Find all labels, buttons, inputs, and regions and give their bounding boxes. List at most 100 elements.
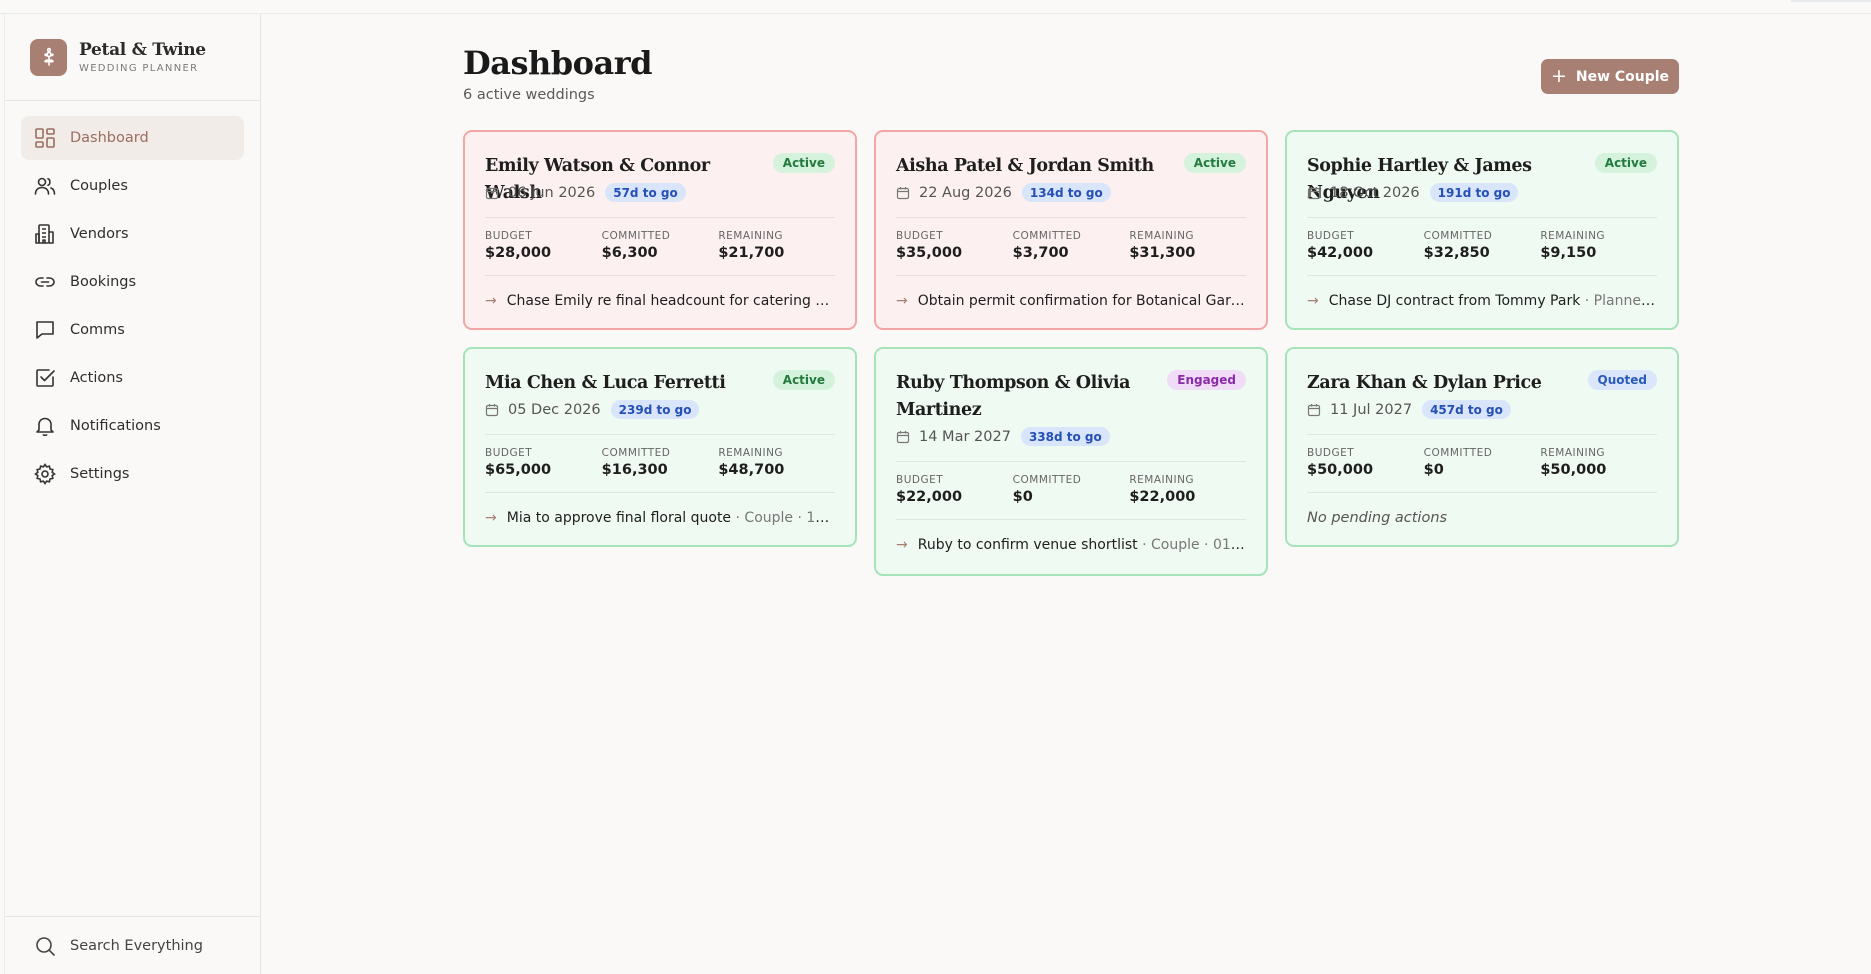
budget-summary: BUDGET $35,000 COMMITTED $3,700 REMAINING $31… [896, 230, 1246, 261]
couple-card[interactable]: Aisha Patel & Jordan Smith Active 22 Aug 2… [874, 130, 1268, 330]
sidebar-item-couples[interactable]: Couples [21, 164, 244, 208]
committed-value: $6,300 [601, 245, 658, 261]
next-action[interactable]: → Ruby to confirm venue shortlist · Coupl… [896, 537, 1246, 553]
wedding-date: 18 Oct 2026 [1330, 184, 1420, 201]
brand-name: Petal & Twine [79, 40, 206, 60]
budget-summary: BUDGET $65,000 COMMITTED $16,300 REMAINING $4… [485, 447, 835, 478]
sidebar-item-label: Notifications [70, 418, 161, 434]
sidebar-item-dashboard[interactable]: Dashboard [21, 116, 244, 160]
sidebar-item-settings[interactable]: Settings [21, 452, 244, 496]
action-text: Chase DJ contract from Tommy Park [1328, 293, 1581, 309]
budget-stat: BUDGET $28,000 [485, 230, 602, 261]
remaining-value: $48,700 [718, 462, 785, 478]
gear-icon [33, 462, 57, 486]
budget-stat: BUDGET $35,000 [896, 230, 1013, 261]
building-icon [33, 222, 57, 246]
top-bar [0, 0, 1871, 14]
couple-card[interactable]: Emily Watson & Connor Walsh Active 06 Jun … [463, 130, 857, 330]
sidebar-item-actions[interactable]: Actions [21, 356, 244, 400]
couple-name: Ruby Thompson & Olivia Martinez [896, 373, 1131, 420]
couple-name: Zara Khan & Dylan Price [1307, 373, 1542, 393]
wedding-date-row: 14 Mar 2027 338d to go [896, 427, 1110, 446]
sidebar-item-notifications[interactable]: Notifications [21, 404, 244, 448]
budget-value: $28,000 [485, 245, 552, 261]
countdown-badge: 239d to go [610, 400, 700, 419]
committed-stat: COMMITTED $16,300 [602, 447, 719, 478]
budget-label: BUDGET [1307, 230, 1355, 242]
sidebar-item-comms[interactable]: Comms [21, 308, 244, 352]
sidebar-item-vendors[interactable]: Vendors [21, 212, 244, 256]
checkbox-icon [33, 366, 57, 390]
top-bar-scroll [1791, 0, 1871, 2]
committed-label: COMMITTED [1423, 230, 1493, 242]
countdown-badge: 134d to go [1021, 183, 1111, 202]
sidebar: Petal & Twine WEDDING PLANNER Dashboard … [4, 14, 261, 974]
sidebar-item-label: Couples [70, 178, 128, 194]
action-meta: · Couple · 18 Apr [735, 510, 836, 526]
budget-stat: BUDGET $22,000 [896, 474, 1013, 505]
new-couple-label: New Couple [1575, 68, 1670, 85]
remaining-value: $9,150 [1540, 245, 1597, 261]
committed-label: COMMITTED [601, 447, 671, 459]
calendar-icon [1307, 403, 1321, 417]
remaining-value: $21,700 [718, 245, 785, 261]
status-badge: Active [772, 153, 835, 173]
budget-summary: BUDGET $50,000 COMMITTED $0 REMAINING $50,000 [1307, 447, 1657, 478]
remaining-label: REMAINING [1540, 447, 1606, 459]
divider [1307, 434, 1657, 435]
sidebar-nav: Dashboard Couples Vendors Bookings Comms [5, 101, 260, 496]
couple-name: Mia Chen & Luca Ferretti [485, 373, 726, 393]
remaining-stat: REMAINING $21,700 [718, 230, 835, 261]
committed-stat: COMMITTED $3,700 [1013, 230, 1130, 261]
budget-label: BUDGET [1307, 447, 1355, 459]
brand[interactable]: Petal & Twine WEDDING PLANNER [5, 14, 260, 101]
committed-label: COMMITTED [1423, 447, 1493, 459]
remaining-label: REMAINING [1129, 230, 1195, 242]
wedding-date-row: 06 Jun 2026 57d to go [485, 183, 686, 202]
budget-stat: BUDGET $65,000 [485, 447, 602, 478]
divider [896, 519, 1246, 520]
next-action[interactable]: → Mia to approve final floral quote · Cou… [485, 510, 835, 526]
remaining-stat: REMAINING $22,000 [1129, 474, 1246, 505]
page-title: Dashboard [463, 44, 652, 82]
budget-summary: BUDGET $22,000 COMMITTED $0 REMAINING $22,000 [896, 474, 1246, 505]
action-text: Chase Emily re final headcount for cater… [506, 293, 835, 309]
plus-icon: + [1550, 65, 1567, 87]
search-everything[interactable]: Search Everything [5, 916, 260, 974]
couple-card[interactable]: Mia Chen & Luca Ferretti Active 05 Dec 202… [463, 347, 857, 547]
page-subtitle: 6 active weddings [463, 87, 595, 103]
next-action[interactable]: → Obtain permit confirmation for Botanica… [896, 293, 1246, 309]
couple-card[interactable]: Sophie Hartley & James Nguyen Active 18 Oc… [1285, 130, 1679, 330]
action-text: Obtain permit confirmation for Botanical… [917, 293, 1246, 309]
next-action[interactable]: → Chase Emily re final headcount for cate… [485, 293, 835, 309]
couple-name: Aisha Patel & Jordan Smith [896, 156, 1154, 176]
arrow-right-icon: → [896, 293, 908, 309]
wedding-date: 06 Jun 2026 [508, 184, 596, 201]
divider [485, 434, 835, 435]
sidebar-item-bookings[interactable]: Bookings [21, 260, 244, 304]
budget-label: BUDGET [485, 230, 533, 242]
wedding-date-row: 05 Dec 2026 239d to go [485, 400, 700, 419]
divider [1307, 275, 1657, 276]
sidebar-item-label: Actions [70, 370, 123, 386]
committed-value: $0 [1423, 462, 1444, 478]
couple-card[interactable]: Ruby Thompson & Olivia Martinez Engaged 14… [874, 347, 1268, 576]
action-meta: · Couple · 01 May [1142, 537, 1246, 553]
divider [1307, 492, 1657, 493]
couple-card[interactable]: Zara Khan & Dylan Price Quoted 11 Jul 2027… [1285, 347, 1679, 547]
divider [1307, 217, 1657, 218]
status-badge: Quoted [1587, 370, 1657, 390]
wedding-date: 11 Jul 2027 [1330, 401, 1413, 418]
new-couple-button[interactable]: + New Couple [1541, 59, 1679, 94]
committed-label: COMMITTED [601, 230, 671, 242]
action-meta: · Planner ·... [1584, 293, 1657, 309]
next-action[interactable]: → Chase DJ contract from Tommy Park · Pla… [1307, 293, 1657, 309]
committed-value: $0 [1012, 489, 1033, 505]
countdown-badge: 191d to go [1429, 183, 1519, 202]
message-icon [33, 318, 57, 342]
sidebar-item-label: Bookings [70, 274, 137, 290]
budget-summary: BUDGET $42,000 COMMITTED $32,850 REMAINING $9… [1307, 230, 1657, 261]
budget-label: BUDGET [896, 230, 944, 242]
dashboard-icon [33, 126, 57, 150]
budget-label: BUDGET [485, 447, 533, 459]
